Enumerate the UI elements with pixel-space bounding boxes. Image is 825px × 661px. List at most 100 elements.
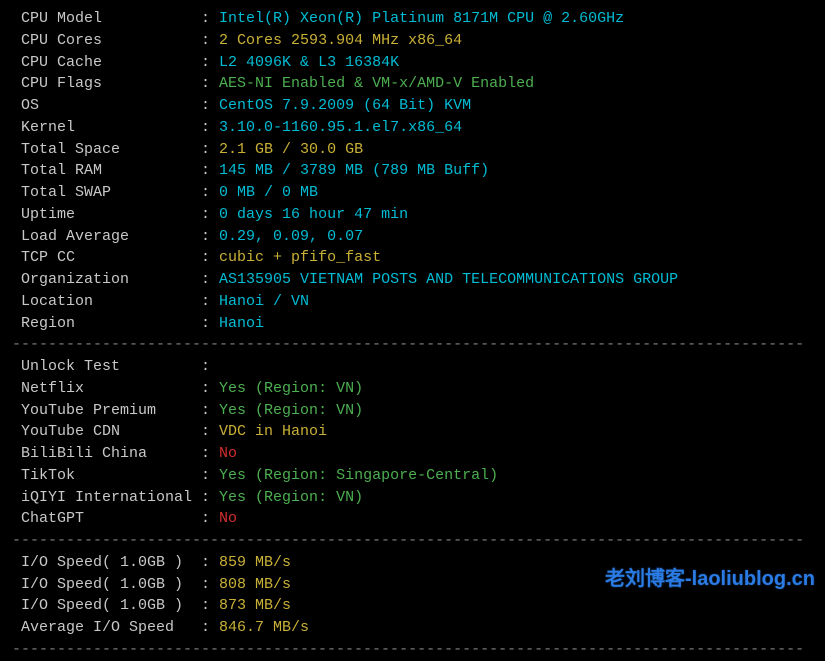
- field-value: Yes (Region: Singapore-Central): [219, 467, 498, 484]
- colon-separator: :: [201, 119, 219, 136]
- system-row: CPU Cache : L2 4096K & L3 16384K: [12, 52, 813, 74]
- system-row: TCP CC : cubic + pfifo_fast: [12, 247, 813, 269]
- system-row: CPU Cores : 2 Cores 2593.904 MHz x86_64: [12, 30, 813, 52]
- field-value: AES-NI Enabled & VM-x/AMD-V Enabled: [219, 75, 534, 92]
- field-label: Load Average: [12, 228, 201, 245]
- unlock-row: ChatGPT : No: [12, 508, 813, 530]
- field-label: TikTok: [12, 467, 201, 484]
- io-row: I/O Speed( 1.0GB ) : 873 MB/s: [12, 595, 813, 617]
- colon-separator: :: [201, 380, 219, 397]
- field-label: I/O Speed( 1.0GB ): [12, 576, 201, 593]
- field-value: No: [219, 510, 237, 527]
- colon-separator: :: [201, 619, 219, 636]
- field-label: Total RAM: [12, 162, 201, 179]
- field-label: Kernel: [12, 119, 201, 136]
- colon-separator: :: [201, 97, 219, 114]
- field-label: CPU Model: [12, 10, 201, 27]
- unlock-row: YouTube Premium : Yes (Region: VN): [12, 400, 813, 422]
- section-divider: ----------------------------------------…: [12, 334, 813, 356]
- system-row: CPU Flags : AES-NI Enabled & VM-x/AMD-V …: [12, 73, 813, 95]
- field-value: 0 days 16 hour 47 min: [219, 206, 408, 223]
- system-row: Region : Hanoi: [12, 313, 813, 335]
- field-label: Average I/O Speed: [12, 619, 201, 636]
- colon-separator: :: [201, 206, 219, 223]
- field-label: OS: [12, 97, 201, 114]
- field-label: Uptime: [12, 206, 201, 223]
- field-label: BiliBili China: [12, 445, 201, 462]
- unlock-row: iQIYI International : Yes (Region: VN): [12, 487, 813, 509]
- system-row: CPU Model : Intel(R) Xeon(R) Platinum 81…: [12, 8, 813, 30]
- field-label: Region: [12, 315, 201, 332]
- field-label: Total SWAP: [12, 184, 201, 201]
- field-value: Yes (Region: VN): [219, 489, 363, 506]
- section-divider: ----------------------------------------…: [12, 530, 813, 552]
- system-row: Total SWAP : 0 MB / 0 MB: [12, 182, 813, 204]
- field-label: CPU Cache: [12, 54, 201, 71]
- unlock-row: Netflix : Yes (Region: VN): [12, 378, 813, 400]
- system-row: Location : Hanoi / VN: [12, 291, 813, 313]
- colon-separator: :: [201, 10, 219, 27]
- field-value: AS135905 VIETNAM POSTS AND TELECOMMUNICA…: [219, 271, 678, 288]
- field-label: YouTube Premium: [12, 402, 201, 419]
- field-label: Organization: [12, 271, 201, 288]
- colon-separator: :: [201, 162, 219, 179]
- colon-separator: :: [201, 249, 219, 266]
- field-label: iQIYI International: [12, 489, 201, 506]
- colon-separator: :: [201, 358, 219, 375]
- system-row: Total RAM : 145 MB / 3789 MB (789 MB Buf…: [12, 160, 813, 182]
- io-row: I/O Speed( 1.0GB ) : 859 MB/s: [12, 552, 813, 574]
- colon-separator: :: [201, 293, 219, 310]
- system-row: OS : CentOS 7.9.2009 (64 Bit) KVM: [12, 95, 813, 117]
- colon-separator: :: [201, 141, 219, 158]
- colon-separator: :: [201, 554, 219, 571]
- field-value: CentOS 7.9.2009 (64 Bit) KVM: [219, 97, 471, 114]
- field-value: No: [219, 445, 237, 462]
- system-row: Organization : AS135905 VIETNAM POSTS AN…: [12, 269, 813, 291]
- system-row: Total Space : 2.1 GB / 30.0 GB: [12, 139, 813, 161]
- field-value: cubic + pfifo_fast: [219, 249, 381, 266]
- field-value: 2.1 GB / 30.0 GB: [219, 141, 363, 158]
- field-value: Yes (Region: VN): [219, 380, 363, 397]
- field-value: 145 MB / 3789 MB (789 MB Buff): [219, 162, 489, 179]
- section-divider: ----------------------------------------…: [12, 639, 813, 661]
- terminal-output: CPU Model : Intel(R) Xeon(R) Platinum 81…: [12, 8, 813, 661]
- field-value: 2 Cores 2593.904 MHz x86_64: [219, 32, 462, 49]
- colon-separator: :: [201, 510, 219, 527]
- colon-separator: :: [201, 576, 219, 593]
- field-label: CPU Cores: [12, 32, 201, 49]
- field-value: Hanoi / VN: [219, 293, 309, 310]
- field-label: YouTube CDN: [12, 423, 201, 440]
- colon-separator: :: [201, 402, 219, 419]
- io-row: Average I/O Speed : 846.7 MB/s: [12, 617, 813, 639]
- field-label: TCP CC: [12, 249, 201, 266]
- field-value: 0 MB / 0 MB: [219, 184, 318, 201]
- field-value: 846.7 MB/s: [219, 619, 309, 636]
- system-row: Load Average : 0.29, 0.09, 0.07: [12, 226, 813, 248]
- field-label: ChatGPT: [12, 510, 201, 527]
- field-value: 859 MB/s: [219, 554, 291, 571]
- colon-separator: :: [201, 445, 219, 462]
- colon-separator: :: [201, 315, 219, 332]
- io-row: I/O Speed( 1.0GB ) : 808 MB/s: [12, 574, 813, 596]
- unlock-header: Unlock Test :: [12, 356, 813, 378]
- field-value: Hanoi: [219, 315, 264, 332]
- colon-separator: :: [201, 75, 219, 92]
- field-value: VDC in Hanoi: [219, 423, 327, 440]
- unlock-row: BiliBili China : No: [12, 443, 813, 465]
- field-value: Yes (Region: VN): [219, 402, 363, 419]
- colon-separator: :: [201, 489, 219, 506]
- colon-separator: :: [201, 54, 219, 71]
- field-value: 0.29, 0.09, 0.07: [219, 228, 363, 245]
- colon-separator: :: [201, 423, 219, 440]
- colon-separator: :: [201, 184, 219, 201]
- field-value: L2 4096K & L3 16384K: [219, 54, 399, 71]
- colon-separator: :: [201, 32, 219, 49]
- field-label: Total Space: [12, 141, 201, 158]
- system-row: Uptime : 0 days 16 hour 47 min: [12, 204, 813, 226]
- field-value: 3.10.0-1160.95.1.el7.x86_64: [219, 119, 462, 136]
- colon-separator: :: [201, 271, 219, 288]
- system-row: Kernel : 3.10.0-1160.95.1.el7.x86_64: [12, 117, 813, 139]
- field-label: CPU Flags: [12, 75, 201, 92]
- field-label: I/O Speed( 1.0GB ): [12, 554, 201, 571]
- colon-separator: :: [201, 228, 219, 245]
